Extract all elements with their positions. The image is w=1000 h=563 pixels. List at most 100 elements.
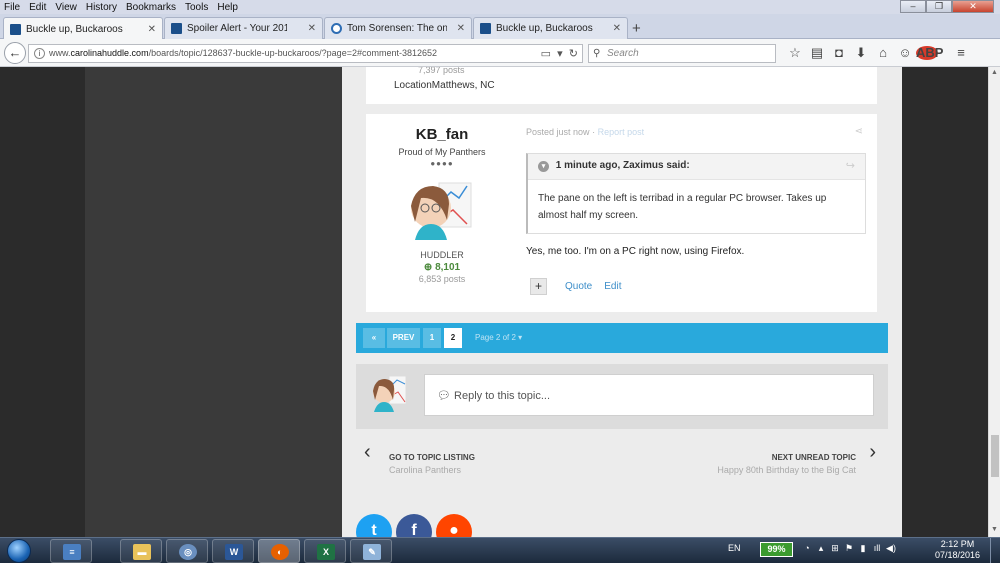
adblock-icon[interactable]: ABP [916,45,943,61]
taskbar-connection[interactable]: ◎ [166,539,208,563]
battery-indicator[interactable]: 99% [760,542,793,557]
show-hidden-icon[interactable]: ▴ [814,543,828,554]
tab-buckle-up-active[interactable]: Buckle up, Buckaroos - Pa... ✕ [3,17,163,40]
tab-buckle-up-2[interactable]: Buckle up, Buckaroos - Pa... ✕ [473,17,628,39]
reply-input[interactable]: 💬︎ Reply to this topic... [424,374,874,416]
taskbar: ≡ ▬ ◎ W ◐ X ✎ EN 99% ◔ ▴ ⊞ ⚑ ▮ ıll ◀) 2:… [0,537,1000,563]
quote-button[interactable]: Quote [565,281,592,292]
multiquote-button[interactable]: + [530,278,547,295]
facebook-icon[interactable]: f [396,514,432,537]
tray-icon[interactable]: ◔ [800,543,814,554]
menu-edit[interactable]: Edit [29,2,46,13]
excel-icon: X [317,544,335,560]
page-2-button[interactable]: 2 [444,328,462,348]
tab-label: Spoiler Alert - Your 2016 N... [187,23,287,34]
chevron-right-icon[interactable]: › [869,441,876,464]
chevron-left-icon[interactable]: ‹ [364,441,371,464]
home-icon[interactable]: ⌂ [872,45,894,61]
scroll-up-icon[interactable]: ▲ [991,69,998,76]
minimize-button[interactable]: – [900,0,926,13]
signal-icon[interactable]: ▮ [856,543,870,554]
author-title: Proud of My Panthers [398,147,486,157]
tab-spoiler-alert[interactable]: Spoiler Alert - Your 2016 N... ✕ [164,17,323,39]
chevron-down-icon[interactable]: ▾ [538,161,549,172]
start-button[interactable] [4,538,34,563]
page-scrollbar[interactable]: ▲ ▼ [988,67,1000,537]
twitter-icon[interactable]: t [356,514,392,537]
close-tab-icon[interactable]: ✕ [613,23,621,34]
menu-icon[interactable]: ≡ [950,45,972,61]
taskbar-explorer[interactable]: ▬ [120,539,162,563]
site-info-icon[interactable]: i [34,48,45,59]
go-to-topic-listing-link[interactable]: GO TO TOPIC LISTING Carolina Panthers [389,453,475,475]
topic-navigation: ‹ GO TO TOPIC LISTING Carolina Panthers … [356,439,888,489]
report-post-link[interactable]: Report post [598,127,645,137]
forum-post: KB_fan Proud of My Panthers ●●●● HUDDLER… [366,114,877,312]
dropdown-icon[interactable]: ▾ [557,48,563,60]
menu-view[interactable]: View [55,2,77,13]
tab-label: Buckle up, Buckaroos - Pa... [26,23,126,35]
url-prefix: www. [49,48,71,58]
tab-label: Buckle up, Buckaroos - Pa... [496,23,596,34]
next-topic-label: NEXT UNREAD TOPIC [771,453,856,462]
menu-help[interactable]: Help [217,2,238,13]
taskbar-excel[interactable]: X [304,539,346,563]
close-tab-icon[interactable]: ✕ [457,23,465,34]
next-topic-title: Happy 80th Birthday to the Big Cat [717,465,856,475]
action-center-icon[interactable]: ⚑ [842,543,856,554]
windows-flag-icon[interactable]: ⊞ [828,543,842,554]
show-desktop-button[interactable] [990,538,1000,563]
pagination-bar: « PREV 1 2 Page 2 of 2 ▾ [356,323,888,353]
quote-block: ▾ 1 minute ago, Zaximus said: ↪ The pane… [526,153,866,234]
taskbar-firefox[interactable]: ◐ [258,539,300,563]
url-actions: ▭ ▾ ↻ [541,46,578,63]
close-window-button[interactable]: ✕ [952,0,994,13]
reload-icon[interactable]: ↻ [569,48,578,60]
menu-history[interactable]: History [86,2,117,13]
download-icon[interactable]: ⬇ [850,45,872,61]
search-placeholder: Search [607,48,639,59]
next-unread-topic-link[interactable]: NEXT UNREAD TOPIC Happy 80th Birthday to… [717,453,856,475]
bookmark-star-icon[interactable]: ☆ [784,45,806,61]
author-location: LocationMatthews, NC [394,80,495,91]
system-clock[interactable]: 2:12 PM 07/18/2016 [935,539,980,561]
taskbar-network-app[interactable]: ≡ [50,539,92,563]
scroll-thumb[interactable] [991,435,999,477]
reddit-icon[interactable]: ● [436,514,472,537]
clock-time: 2:12 PM [940,539,975,549]
search-field[interactable]: ⚲ Search [588,44,776,63]
go-to-quote-icon[interactable]: ↪ [846,159,855,172]
taskbar-paint[interactable]: ✎ [350,539,392,563]
post-timestamp[interactable]: Posted just now [526,127,590,137]
prev-page-button[interactable]: PREV [387,328,420,348]
close-tab-icon[interactable]: ✕ [148,24,156,35]
close-tab-icon[interactable]: ✕ [308,23,316,34]
first-page-button[interactable]: « [363,328,385,348]
back-button[interactable]: ← [4,42,26,64]
edit-button[interactable]: Edit [604,281,621,292]
reply-area: 💬︎ Reply to this topic... [356,364,888,429]
new-tab-button[interactable]: + [632,20,641,37]
emoji-icon[interactable]: ☺ [894,45,916,61]
scroll-down-icon[interactable]: ▼ [991,526,998,533]
menu-file[interactable]: File [4,2,20,13]
taskbar-word[interactable]: W [212,539,254,563]
restore-button[interactable]: ❐ [926,0,952,13]
url-bar[interactable]: i www.carolinahuddle.com/boards/topic/12… [28,44,583,63]
post-actions: + Quote Edit [530,278,633,295]
author-username[interactable]: KB_fan [366,126,518,143]
tab-tom-sorensen[interactable]: Tom Sorensen: The one thi... ✕ [324,17,472,39]
reader-view-icon[interactable]: ▭ [541,48,551,60]
menu-bookmarks[interactable]: Bookmarks [126,2,176,13]
pocket-icon[interactable]: ◘ [828,45,850,61]
avatar[interactable] [409,180,475,240]
language-indicator[interactable]: EN [728,543,741,553]
menu-tools[interactable]: Tools [185,2,208,13]
page-1-button[interactable]: 1 [423,328,441,348]
huddle-favicon-icon [480,23,491,34]
wifi-icon[interactable]: ıll [870,543,884,554]
share-icon[interactable]: ⋖ [855,126,863,137]
reading-list-icon[interactable]: ▤ [806,45,828,61]
volume-icon[interactable]: ◀) [884,543,898,554]
page-jump-dropdown[interactable]: Page 2 of 2 ▾ [475,333,522,342]
